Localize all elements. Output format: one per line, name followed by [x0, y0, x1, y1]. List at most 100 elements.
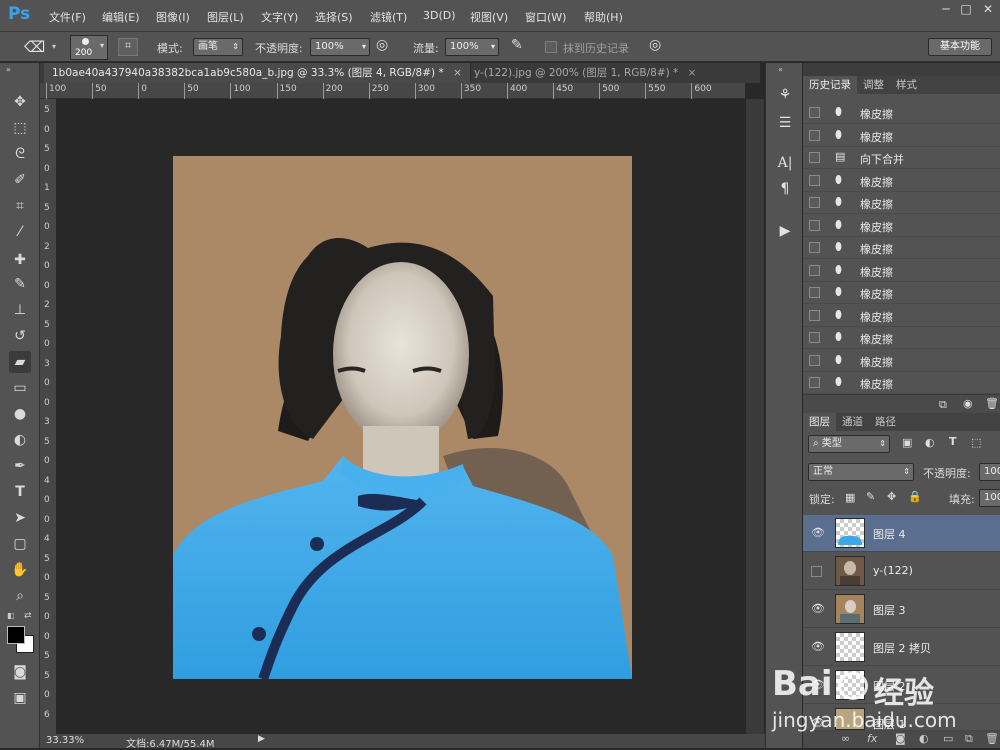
document-canvas-photo[interactable]: [173, 156, 632, 679]
history-brush-source-box[interactable]: [809, 129, 820, 141]
vertical-scrollbar[interactable]: [746, 99, 764, 734]
paragraph-panel-icon[interactable]: ¶: [774, 181, 796, 203]
history-brush-source-box[interactable]: [809, 287, 820, 298]
history-brush-tool-icon[interactable]: ↺: [9, 325, 31, 347]
menu-filter[interactable]: 滤镜(T): [370, 9, 407, 25]
menu-select[interactable]: 选择(S): [315, 9, 353, 25]
lasso-tool-icon[interactable]: ᘓ: [9, 143, 31, 165]
erase-history-checkbox[interactable]: [545, 41, 557, 53]
camera-icon[interactable]: ◉: [963, 397, 973, 410]
actions-play-icon[interactable]: ▶: [774, 223, 796, 245]
tab-styles[interactable]: 样式: [890, 76, 923, 94]
history-item[interactable]: ⬮ 橡皮擦: [803, 215, 1000, 237]
airbrush-icon[interactable]: ✎: [511, 37, 531, 57]
crop-tool-icon[interactable]: ⌗: [9, 195, 31, 217]
tab-adjustments[interactable]: 调整: [857, 76, 890, 94]
history-brush-source-box[interactable]: [809, 264, 820, 276]
layer-row-2-copy[interactable]: 👁 图层 2 拷贝: [803, 629, 1000, 666]
marquee-tool-icon[interactable]: ⬚: [9, 117, 31, 139]
screen-mode-icon[interactable]: ▣: [9, 687, 31, 709]
menu-view[interactable]: 视图(V): [470, 9, 508, 25]
eye-icon[interactable]: 👁: [811, 640, 825, 654]
filter-pixel-icon[interactable]: ▣: [902, 436, 912, 449]
mode-select[interactable]: 画笔 ⇕: [193, 38, 243, 56]
visibility-off-box[interactable]: [811, 566, 822, 577]
healing-brush-tool-icon[interactable]: ✚: [9, 249, 31, 271]
fill-input[interactable]: 100: [979, 489, 1000, 507]
history-item[interactable]: ▤ 向下合并: [803, 147, 1000, 169]
history-item[interactable]: ⬮ 橡皮擦: [803, 192, 1000, 214]
dodge-tool-icon[interactable]: ◐: [9, 429, 31, 451]
tab-channels[interactable]: 通道: [836, 413, 869, 431]
pen-tool-icon[interactable]: ✒: [9, 455, 31, 477]
expand-panels-icon[interactable]: «: [778, 65, 783, 74]
menu-window[interactable]: 窗口(W): [525, 9, 566, 25]
eyedropper-tool-icon[interactable]: ⁄: [9, 221, 31, 243]
zoom-level[interactable]: 33.33%: [46, 735, 84, 746]
brush-presets-icon[interactable]: ⚘: [774, 87, 796, 109]
history-brush-source-box[interactable]: [809, 152, 820, 163]
history-item[interactable]: ⬮ 橡皮擦: [803, 350, 1000, 372]
default-colors-icon[interactable]: ◧: [7, 611, 17, 621]
trash-icon[interactable]: 🗑: [985, 397, 999, 410]
collapse-toolbox-icon[interactable]: »: [6, 65, 11, 74]
history-brush-source-box[interactable]: [809, 242, 820, 253]
menu-edit[interactable]: 编辑(E): [102, 9, 140, 25]
tool-preset-chevron-icon[interactable]: ▾: [52, 42, 56, 51]
history-brush-source-box[interactable]: [809, 174, 820, 186]
history-item[interactable]: ⬮ 橡皮擦: [803, 170, 1000, 192]
lock-all-icon[interactable]: 🔒: [908, 490, 922, 503]
clone-stamp-tool-icon[interactable]: ⊥: [9, 299, 31, 321]
foreground-color-swatch[interactable]: [7, 626, 25, 644]
history-brush-source-box[interactable]: [809, 377, 820, 388]
blend-mode-select[interactable]: 正常 ⇕: [808, 463, 914, 481]
lock-paint-icon[interactable]: ✎: [866, 490, 875, 503]
history-brush-source-box[interactable]: [809, 107, 820, 118]
filter-type-icon[interactable]: T: [949, 435, 957, 448]
gradient-tool-icon[interactable]: ▭: [9, 377, 31, 399]
menu-help[interactable]: 帮助(H): [584, 9, 623, 25]
opacity-input[interactable]: 100% ▾: [310, 38, 370, 56]
close-icon[interactable]: ✕: [978, 2, 998, 18]
history-item[interactable]: ⬮ 橡皮擦: [803, 125, 1000, 147]
menu-3d[interactable]: 3D(D): [423, 9, 456, 22]
history-brush-source-box[interactable]: [809, 332, 820, 343]
path-select-tool-icon[interactable]: ➤: [9, 507, 31, 529]
eye-icon[interactable]: 👁: [811, 526, 825, 540]
history-brush-source-box[interactable]: [809, 197, 820, 208]
history-item[interactable]: ⬮ 橡皮擦: [803, 305, 1000, 327]
history-item[interactable]: ⬮ 橡皮擦: [803, 237, 1000, 259]
history-item[interactable]: ⬮ 橡皮擦: [803, 260, 1000, 282]
history-item[interactable]: ⬮ 橡皮擦: [803, 102, 1000, 124]
status-menu-arrow-icon[interactable]: ▶: [258, 734, 265, 744]
rectangle-tool-icon[interactable]: ▢: [9, 533, 31, 555]
close-tab-icon[interactable]: ×: [453, 67, 462, 79]
history-brush-source-box[interactable]: [809, 309, 820, 321]
menu-type[interactable]: 文字(Y): [261, 9, 298, 25]
eraser-tool-icon[interactable]: ▰: [9, 351, 31, 373]
history-brush-source-box[interactable]: [809, 219, 820, 231]
layer-opacity-input[interactable]: 100: [979, 463, 1000, 481]
blur-tool-icon[interactable]: ●: [9, 403, 31, 425]
layer-row-y122[interactable]: y-(122): [803, 553, 1000, 590]
menu-file[interactable]: 文件(F): [49, 9, 86, 25]
workspace-switcher[interactable]: 基本功能: [928, 38, 992, 56]
history-item[interactable]: ⬮ 橡皮擦: [803, 327, 1000, 349]
zoom-tool-icon[interactable]: ⌕: [9, 585, 31, 607]
history-brush-source-box[interactable]: [809, 354, 820, 366]
hand-tool-icon[interactable]: ✋: [9, 559, 31, 581]
eraser-tool-icon[interactable]: ⌫: [24, 38, 48, 56]
brush-tool-icon[interactable]: ✎: [9, 273, 31, 295]
layer-filter-select[interactable]: ⌕ 类型 ⇕: [808, 435, 890, 453]
history-item[interactable]: ⬮ 橡皮擦: [803, 282, 1000, 304]
type-tool-icon[interactable]: T: [9, 481, 31, 503]
brush-settings-icon[interactable]: ☰: [774, 115, 796, 137]
character-panel-icon[interactable]: A|: [774, 155, 796, 177]
quick-select-tool-icon[interactable]: ✐: [9, 169, 31, 191]
flow-input[interactable]: 100% ▾: [445, 38, 499, 56]
menu-image[interactable]: 图像(I): [156, 9, 190, 25]
brush-preset-picker[interactable]: 200 ▾: [70, 35, 108, 60]
pressure-size-icon[interactable]: ◎: [649, 37, 669, 57]
maximize-icon[interactable]: □: [956, 2, 976, 18]
lock-move-icon[interactable]: ✥: [887, 490, 896, 503]
